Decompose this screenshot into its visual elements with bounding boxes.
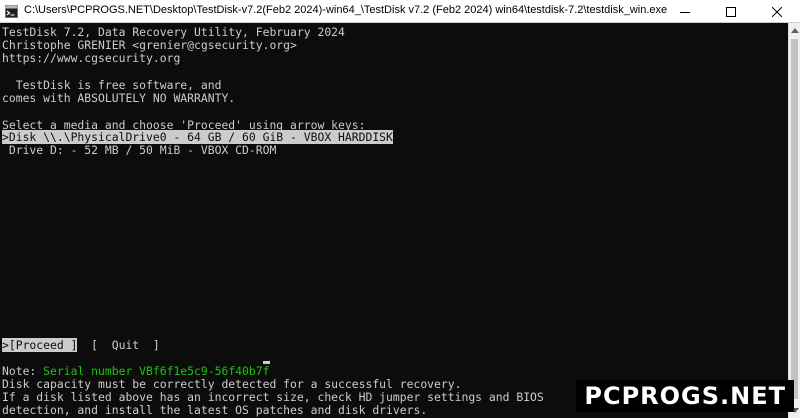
- header-line-3: https://www.cgsecurity.org: [2, 51, 181, 65]
- scroll-up-arrow-icon[interactable]: [791, 28, 799, 33]
- minimize-icon: [680, 11, 690, 13]
- title-bar[interactable]: C:\Users\PCPROGS.NET\Desktop\TestDisk-v7…: [0, 0, 800, 23]
- proceed-button[interactable]: >[Proceed ]: [2, 338, 78, 352]
- scrollbar-thumb[interactable]: [791, 39, 798, 399]
- close-button[interactable]: [754, 0, 800, 23]
- menu-bar: >[Proceed ] [ Quit ]: [2, 338, 160, 353]
- vertical-scrollbar[interactable]: [788, 23, 800, 418]
- serial-number: Serial number VBf6f1e5c9-56f40b7f: [43, 364, 270, 378]
- maximize-icon: [726, 6, 736, 17]
- console-app-icon: [5, 5, 18, 18]
- minimize-button[interactable]: [662, 0, 708, 23]
- close-icon: [772, 6, 782, 17]
- license-line-2: comes with ABSOLUTELY NO WARRANTY.: [2, 91, 236, 105]
- media-item-disk[interactable]: >Disk \\.\PhysicalDrive0 - 64 GB / 60 Gi…: [2, 130, 393, 144]
- quit-button[interactable]: [ Quit ]: [91, 338, 160, 352]
- console-area[interactable]: TestDisk 7.2, Data Recovery Utility, Feb…: [0, 23, 788, 418]
- note-text-3: detection, and install the latest OS pat…: [2, 403, 428, 417]
- watermark-logo: PCPROGS.NET: [576, 380, 794, 412]
- note-label: Note:: [2, 364, 44, 378]
- text-cursor: [263, 361, 270, 364]
- maximize-button[interactable]: [708, 0, 754, 23]
- media-item-cdrom[interactable]: Drive D: - 52 MB / 50 MiB - VBOX CD-ROM: [2, 143, 276, 158]
- window-title: C:\Users\PCPROGS.NET\Desktop\TestDisk-v7…: [24, 4, 668, 16]
